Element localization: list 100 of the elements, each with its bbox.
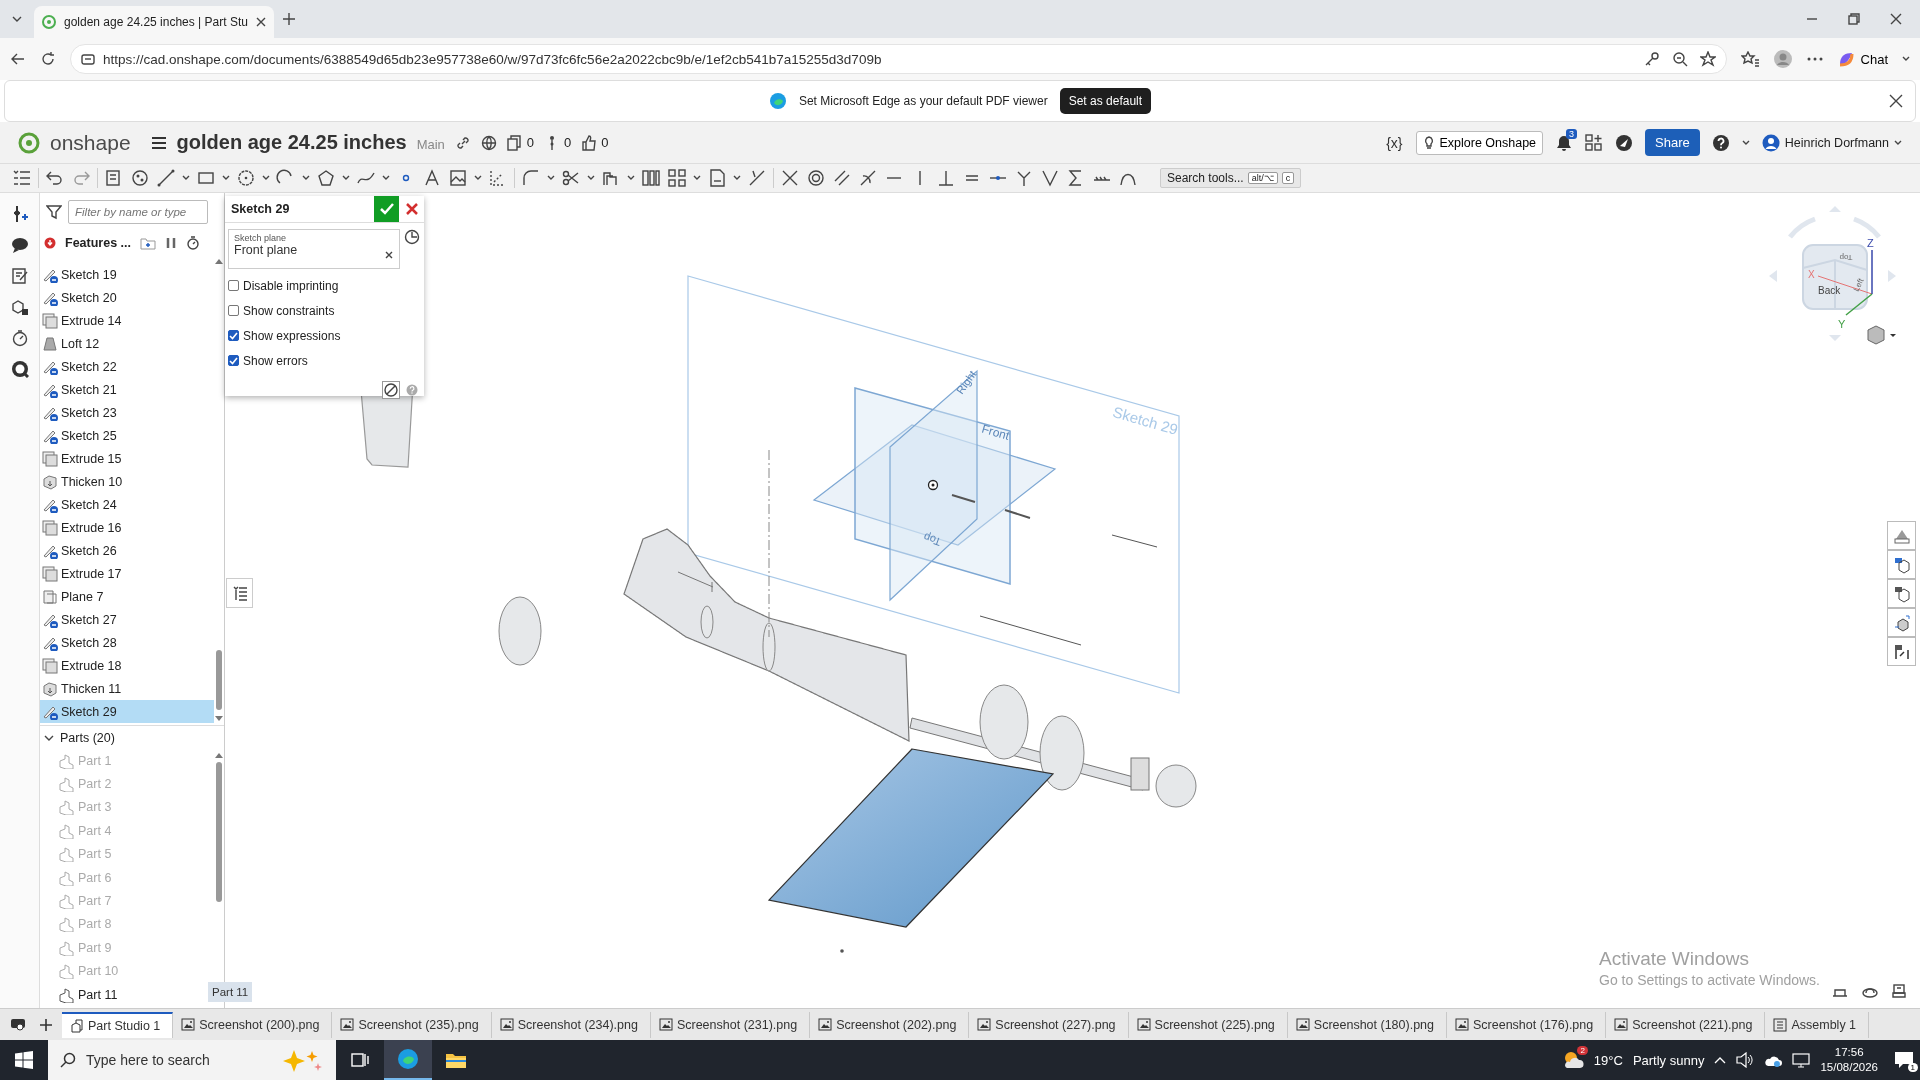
caret-icon[interactable] [547,175,555,181]
pierce-icon[interactable] [747,168,767,188]
filter-icon[interactable] [46,204,62,220]
menu-icon[interactable] [150,135,167,150]
speaker-icon[interactable] [1736,1052,1755,1068]
parallel-icon[interactable] [832,168,852,188]
document-tab[interactable]: Assembly 1 [1765,1011,1870,1038]
chat-button[interactable]: Chat [1836,50,1888,68]
feature-item[interactable]: Extrude 18 [40,654,214,677]
scrollbar-thumb[interactable] [216,650,222,710]
parts-icon[interactable] [10,298,29,316]
image-icon[interactable] [448,168,468,188]
refresh-icon[interactable] [40,51,56,67]
caret-icon[interactable] [302,175,310,181]
feature-item[interactable]: Sketch 23 [40,401,214,424]
edge-icon[interactable] [397,1048,419,1070]
document-tab[interactable]: Screenshot (176).png [1447,1011,1607,1038]
document-tab[interactable]: Part Studio 1 [62,1011,174,1038]
clear-icon[interactable] [385,251,393,259]
feature-item[interactable]: Thicken 10 [40,470,214,493]
pattern-icon[interactable] [641,168,661,188]
zoom-icon[interactable] [1671,51,1688,67]
timer-icon[interactable] [186,236,200,250]
comment-icon[interactable] [10,236,29,254]
notification-icon[interactable] [1894,1051,1914,1069]
feature-item[interactable]: Sketch 19 [40,263,214,286]
star-icon[interactable] [1699,51,1716,67]
caret-icon[interactable] [382,175,390,181]
coincident-icon[interactable] [780,168,800,188]
caret-icon[interactable] [474,175,482,181]
document-tab[interactable]: Screenshot (221).png [1606,1011,1766,1038]
checkbox[interactable] [228,355,239,366]
link-icon[interactable] [454,134,471,151]
feature-item[interactable]: Sketch 24 [40,493,214,516]
feature-item[interactable]: Sketch 22 [40,355,214,378]
concentric-icon[interactable] [806,168,826,188]
close-icon[interactable] [1889,94,1903,108]
notes-icon[interactable] [10,267,29,285]
line-icon[interactable] [156,168,176,188]
checkbox[interactable] [228,280,239,291]
restore-icon[interactable] [1848,13,1860,25]
feature-item[interactable]: Extrude 15 [40,447,214,470]
scroll-up-icon[interactable] [215,753,223,758]
perpendicular-icon[interactable] [936,168,956,188]
taskbar-search-field[interactable]: Type here to search [48,1040,336,1080]
timer-icon[interactable] [10,329,29,347]
document-tab[interactable]: Screenshot (227).png [969,1011,1129,1038]
add-folder-icon[interactable] [140,236,156,250]
explore-button[interactable]: Explore Onshape [1416,130,1544,155]
share-button[interactable]: Share [1645,129,1700,156]
feature-item[interactable]: Extrude 14 [40,309,214,332]
fillet-icon[interactable] [521,168,541,188]
clock[interactable]: 17:56 15/08/2026 [1820,1045,1878,1075]
document-tab[interactable]: Screenshot (202).png [810,1011,970,1038]
feature-item[interactable]: Extrude 17 [40,562,214,585]
globe-icon[interactable] [480,134,497,151]
sketch-settings-icon[interactable] [382,381,400,399]
tab-manager-icon[interactable] [10,1017,26,1032]
scrollbar-thumb[interactable] [216,762,222,902]
tangent-arc-icon[interactable] [858,168,878,188]
caret-icon[interactable] [627,175,635,181]
document-icon[interactable] [707,168,727,188]
trim-icon[interactable] [561,168,581,188]
feature-item[interactable]: Sketch 29 [40,700,214,723]
search-tools-field[interactable]: Search tools... alt/⌥ c [1160,168,1302,188]
close-icon[interactable] [1890,13,1902,25]
circle-icon[interactable] [236,168,256,188]
caret-icon[interactable] [222,175,230,181]
document-tab[interactable]: Screenshot (180).png [1287,1011,1447,1038]
feature-item[interactable]: Loft 12 [40,332,214,355]
caret-icon[interactable] [182,175,190,181]
feature-item[interactable]: Sketch 21 [40,378,214,401]
bell-icon[interactable] [1555,133,1574,152]
back-icon[interactable] [10,51,26,67]
polygon-icon[interactable] [316,168,336,188]
confirm-button[interactable] [374,196,399,222]
document-tab[interactable]: Screenshot (235).png [332,1011,492,1038]
feature-item[interactable]: Thicken 11 [40,677,214,700]
key-icon[interactable] [1643,51,1660,67]
rollback-icon[interactable] [44,237,56,249]
text-tool-icon[interactable] [422,168,442,188]
caret-icon[interactable] [1894,139,1902,146]
document-tab[interactable]: Screenshot (231).png [650,1011,811,1038]
favorites-icon[interactable] [1740,51,1759,67]
caret-icon[interactable] [342,175,350,181]
user-name[interactable]: Heinrich Dorfmann [1784,135,1889,150]
checkbox[interactable] [228,305,239,316]
set-default-button[interactable]: Set as default [1059,88,1152,114]
filter-field[interactable]: Filter by name or type [68,200,208,224]
caret-icon[interactable] [1902,56,1910,62]
inspect-icon[interactable] [10,360,29,378]
feature-list-icon[interactable] [12,168,32,188]
folder-icon[interactable] [445,1051,467,1069]
learning-icon[interactable] [1615,133,1634,152]
feature-item[interactable]: Sketch 25 [40,424,214,447]
more-icon[interactable] [1806,57,1823,61]
network-icon[interactable] [1792,1052,1811,1068]
thumbs-up-icon[interactable] [581,134,598,151]
variables-button[interactable]: {x} [1384,132,1405,153]
view-mode-icon[interactable] [1867,325,1896,345]
